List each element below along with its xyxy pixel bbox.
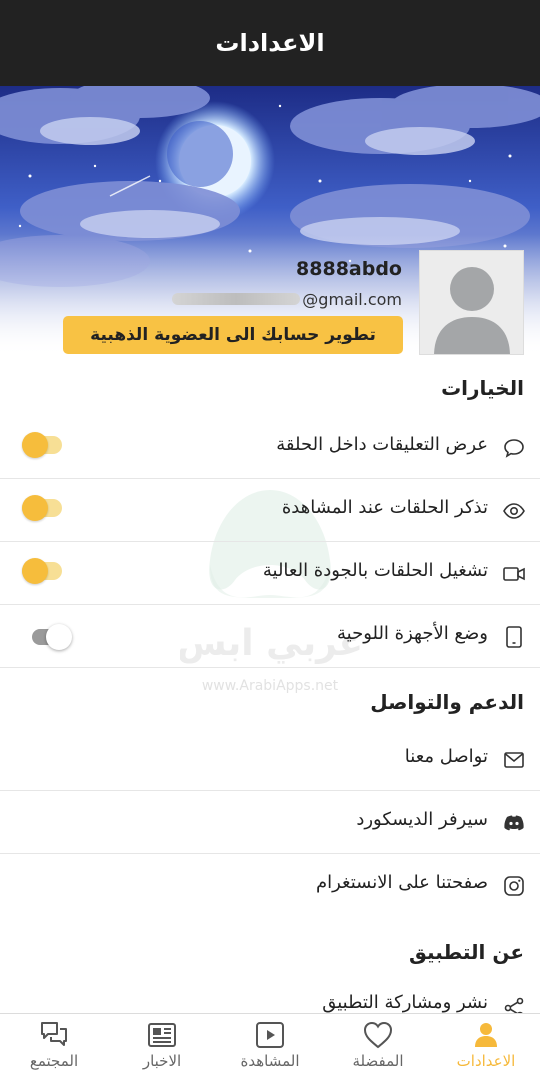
comment-icon (504, 439, 524, 458)
toggle-knob (22, 432, 48, 458)
nav-settings[interactable]: الاعدادات (432, 1014, 540, 1077)
email-suffix: @gmail.com (302, 289, 402, 309)
nav-favorites[interactable]: المفضلة (324, 1014, 432, 1077)
tablet-icon (506, 626, 522, 648)
share-icon (504, 997, 524, 1013)
user-placeholder-icon (434, 267, 510, 354)
nav-news[interactable]: الاخبار (108, 1014, 216, 1077)
option-label: تذكر الحلقات عند المشاهدة (281, 497, 488, 518)
options-section-title: الخيارات (441, 376, 524, 400)
nav-label: الاعدادات (456, 1052, 516, 1070)
bottom-navigation: الاعدادات المفضلة المشاهدة الاخبار المجت… (0, 1013, 540, 1077)
support-row-discord[interactable]: سيرفر الديسكورد (0, 791, 540, 854)
nav-watching[interactable]: المشاهدة (216, 1014, 324, 1077)
comments-toggle[interactable] (22, 432, 62, 458)
tablet-mode-toggle[interactable] (32, 624, 72, 650)
option-row-hd[interactable]: تشغيل الحلقات بالجودة العالية (0, 542, 540, 605)
toggle-knob (22, 558, 48, 584)
nav-label: المجتمع (29, 1052, 79, 1070)
option-label: تشغيل الحلقات بالجودة العالية (262, 560, 488, 581)
option-row-tablet[interactable]: وضع الأجهزة اللوحية (0, 605, 540, 668)
remember-episodes-toggle[interactable] (22, 495, 62, 521)
discord-icon (504, 815, 524, 831)
support-row-contact[interactable]: تواصل معنا (0, 728, 540, 791)
video-camera-icon (503, 567, 525, 581)
support-row-instagram[interactable]: صفحتنا على الانستغرام (0, 854, 540, 917)
email-redacted (172, 293, 301, 305)
play-icon (256, 1022, 284, 1048)
about-section-title: عن التطبيق (409, 940, 524, 964)
toggle-knob (46, 624, 72, 650)
option-label: وضع الأجهزة اللوحية (336, 623, 488, 644)
chat-bubbles-icon (41, 1022, 67, 1046)
email: @gmail.com (172, 288, 402, 310)
option-label: عرض التعليقات داخل الحلقة (276, 434, 488, 455)
support-section-title: الدعم والتواصل (370, 690, 524, 714)
option-row-remember[interactable]: تذكر الحلقات عند المشاهدة (0, 479, 540, 542)
avatar[interactable] (419, 250, 524, 355)
upgrade-membership-button[interactable]: تطوير حسابك الى العضوية الذهبية (63, 316, 403, 354)
page-title: الاعدادات (215, 29, 325, 57)
toggle-knob (22, 495, 48, 521)
about-row-share[interactable]: نشر ومشاركة التطبيق (0, 976, 540, 1013)
nav-label: المشاهدة (240, 1052, 300, 1070)
about-label: نشر ومشاركة التطبيق (322, 992, 488, 1013)
username: 8888abdo (296, 258, 402, 280)
newspaper-icon (148, 1023, 176, 1047)
support-label: صفحتنا على الانستغرام (315, 872, 488, 893)
hd-quality-toggle[interactable] (22, 558, 62, 584)
support-label: تواصل معنا (404, 746, 488, 767)
top-app-bar: الاعدادات (0, 0, 540, 86)
watermark-url: www.ArabiApps.net (202, 678, 339, 694)
mail-icon (504, 752, 524, 768)
heart-icon (363, 1021, 393, 1049)
eye-icon (503, 503, 525, 519)
person-icon (475, 1023, 497, 1047)
nav-community[interactable]: المجتمع (0, 1014, 108, 1077)
nav-label: الاخبار (142, 1052, 182, 1070)
support-label: سيرفر الديسكورد (356, 809, 488, 830)
option-row-comments[interactable]: عرض التعليقات داخل الحلقة (0, 416, 540, 479)
nav-label: المفضلة (352, 1052, 404, 1070)
instagram-icon (504, 876, 524, 896)
